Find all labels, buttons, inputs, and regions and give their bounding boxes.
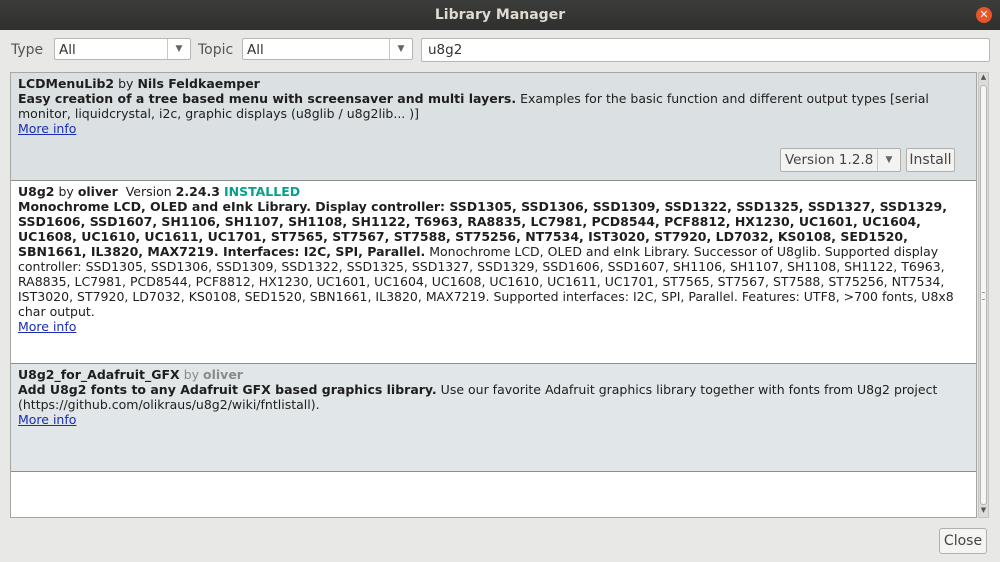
library-author: oliver — [77, 184, 118, 199]
topic-select-value: All — [247, 42, 264, 58]
chevron-down-icon: ▼ — [389, 39, 412, 59]
filter-bar: Type All ▼ Topic All ▼ — [0, 38, 1000, 64]
scroll-up-icon[interactable]: ▲ — [979, 73, 988, 84]
library-item-lcdmenulib2[interactable]: LCDMenuLib2 by Nils Feldkaemper Easy cre… — [11, 73, 976, 181]
version-select[interactable]: Version 1.2.8 ▼ — [780, 148, 901, 172]
scroll-down-icon[interactable]: ▼ — [979, 506, 988, 517]
library-author: oliver — [203, 367, 243, 382]
version-select-value: Version 1.2.8 — [785, 152, 874, 168]
library-by: by — [58, 184, 74, 199]
more-info-link[interactable]: More info — [18, 412, 76, 427]
installed-version: 2.24.3 — [175, 184, 220, 199]
library-item-u8g2[interactable]: U8g2 by oliver Version 2.24.3 INSTALLED … — [11, 181, 976, 364]
search-input[interactable] — [421, 38, 990, 62]
install-button[interactable]: Install — [906, 148, 955, 172]
library-name: LCDMenuLib2 — [18, 76, 115, 91]
library-name: U8g2 — [18, 184, 55, 199]
topic-select[interactable]: All ▼ — [242, 38, 413, 60]
topic-label: Topic — [198, 42, 234, 58]
more-info-link[interactable]: More info — [18, 121, 76, 136]
library-by: by — [183, 367, 200, 382]
chevron-down-icon: ▼ — [167, 39, 190, 59]
chevron-down-icon: ▼ — [877, 149, 900, 171]
library-summary: Add U8g2 fonts to any Adafruit GFX based… — [18, 382, 437, 397]
title-bar: Library Manager ✕ — [0, 0, 1000, 30]
version-label: Version — [125, 184, 172, 199]
library-list: LCDMenuLib2 by Nils Feldkaemper Easy cre… — [10, 72, 977, 518]
window-close-icon[interactable]: ✕ — [976, 7, 992, 23]
window-title: Library Manager — [434, 7, 566, 23]
installed-badge: INSTALLED — [223, 184, 301, 199]
scrollbar-thumb[interactable] — [980, 85, 987, 505]
more-info-link[interactable]: More info — [18, 319, 76, 334]
close-button[interactable]: Close — [939, 528, 987, 554]
library-author: Nils Feldkaemper — [137, 76, 260, 91]
type-label: Type — [11, 42, 44, 58]
library-item-u8g2-for-adafruit-gfx[interactable]: U8g2_for_Adafruit_GFX by oliver Add U8g2… — [11, 364, 976, 472]
library-name: U8g2_for_Adafruit_GFX — [18, 367, 180, 382]
type-select[interactable]: All ▼ — [54, 38, 191, 60]
list-scrollbar[interactable]: ▲ ▼ — [978, 72, 989, 518]
type-select-value: All — [59, 42, 76, 58]
library-summary: Easy creation of a tree based menu with … — [18, 91, 517, 106]
library-by: by — [118, 76, 134, 91]
